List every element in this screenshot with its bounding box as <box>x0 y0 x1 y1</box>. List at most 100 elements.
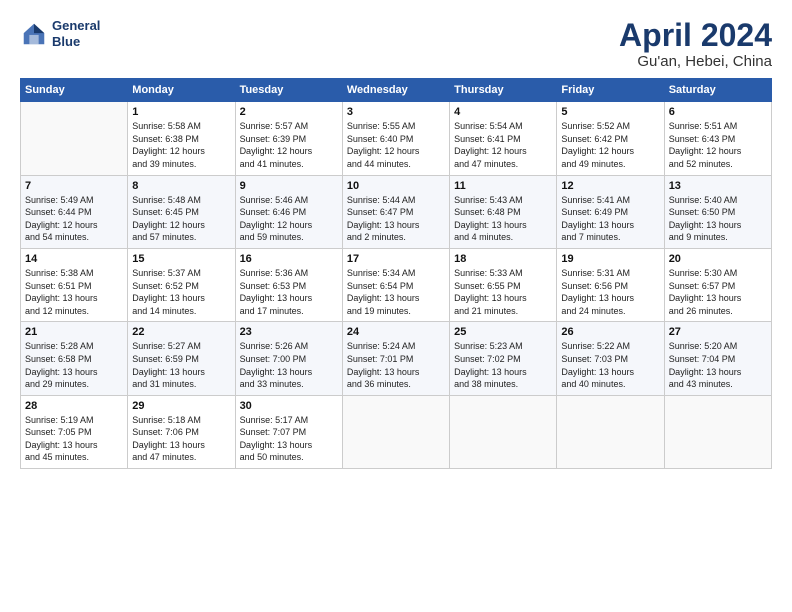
day-detail: Sunrise: 5:23 AM Sunset: 7:02 PM Dayligh… <box>454 340 552 390</box>
day-detail: Sunrise: 5:38 AM Sunset: 6:51 PM Dayligh… <box>25 267 123 317</box>
day-detail: Sunrise: 5:51 AM Sunset: 6:43 PM Dayligh… <box>669 120 767 170</box>
day-detail: Sunrise: 5:43 AM Sunset: 6:48 PM Dayligh… <box>454 194 552 244</box>
calendar-table: SundayMondayTuesdayWednesdayThursdayFrid… <box>20 78 772 469</box>
day-detail: Sunrise: 5:20 AM Sunset: 7:04 PM Dayligh… <box>669 340 767 390</box>
day-detail: Sunrise: 5:18 AM Sunset: 7:06 PM Dayligh… <box>132 414 230 464</box>
calendar-cell: 23 Sunrise: 5:26 AM Sunset: 7:00 PM Dayli… <box>235 322 342 395</box>
day-number: 23 <box>240 326 338 338</box>
weekday-header: Monday <box>128 79 235 102</box>
day-detail: Sunrise: 5:19 AM Sunset: 7:05 PM Dayligh… <box>25 414 123 464</box>
title-month: April 2024 <box>619 18 772 53</box>
calendar-cell: 27Sunrise: 5:20 AM Sunset: 7:04 PM Dayli… <box>664 322 771 395</box>
day-number: 24 <box>347 326 445 338</box>
day-detail: Sunrise: 5:46 AM Sunset: 6:46 PM Dayligh… <box>240 194 338 244</box>
day-number: 13 <box>669 180 767 192</box>
day-detail: Sunrise: 5:55 AM Sunset: 6:40 PM Dayligh… <box>347 120 445 170</box>
day-detail: Sunrise: 5:41 AM Sunset: 6:49 PM Dayligh… <box>561 194 659 244</box>
logo: General Blue <box>20 18 100 49</box>
calendar-cell: 22Sunrise: 5:27 AM Sunset: 6:59 PM Dayli… <box>128 322 235 395</box>
calendar-cell: 20Sunrise: 5:30 AM Sunset: 6:57 PM Dayli… <box>664 248 771 321</box>
calendar-cell: 29 Sunrise: 5:18 AM Sunset: 7:06 PM Dayli… <box>128 395 235 468</box>
calendar-cell: 18Sunrise: 5:33 AM Sunset: 6:55 PM Dayli… <box>450 248 557 321</box>
day-number: 15 <box>132 253 230 265</box>
weekday-header: Wednesday <box>342 79 449 102</box>
day-detail: Sunrise: 5:54 AM Sunset: 6:41 PM Dayligh… <box>454 120 552 170</box>
day-number: 20 <box>669 253 767 265</box>
calendar-cell: 17 Sunrise: 5:34 AM Sunset: 6:54 PM Dayli… <box>342 248 449 321</box>
day-number: 11 <box>454 180 552 192</box>
title-location: Gu'an, Hebei, China <box>619 53 772 70</box>
calendar-cell: 24 Sunrise: 5:24 AM Sunset: 7:01 PM Dayli… <box>342 322 449 395</box>
day-number: 4 <box>454 106 552 118</box>
calendar-cell: 4 Sunrise: 5:54 AM Sunset: 6:41 PM Daylig… <box>450 102 557 175</box>
calendar-cell: 28 Sunrise: 5:19 AM Sunset: 7:05 PM Dayli… <box>21 395 128 468</box>
day-number: 14 <box>25 253 123 265</box>
day-number: 16 <box>240 253 338 265</box>
calendar-cell: 15 Sunrise: 5:37 AM Sunset: 6:52 PM Dayli… <box>128 248 235 321</box>
day-number: 28 <box>25 400 123 412</box>
day-detail: Sunrise: 5:58 AM Sunset: 6:38 PM Dayligh… <box>132 120 230 170</box>
day-number: 8 <box>132 180 230 192</box>
calendar-cell: 5 Sunrise: 5:52 AM Sunset: 6:42 PM Daylig… <box>557 102 664 175</box>
calendar-week-row: 28 Sunrise: 5:19 AM Sunset: 7:05 PM Dayli… <box>21 395 772 468</box>
day-detail: Sunrise: 5:52 AM Sunset: 6:42 PM Dayligh… <box>561 120 659 170</box>
day-number: 3 <box>347 106 445 118</box>
header-row: SundayMondayTuesdayWednesdayThursdayFrid… <box>21 79 772 102</box>
calendar-cell: 11 Sunrise: 5:43 AM Sunset: 6:48 PM Dayli… <box>450 175 557 248</box>
weekday-header: Friday <box>557 79 664 102</box>
day-detail: Sunrise: 5:57 AM Sunset: 6:39 PM Dayligh… <box>240 120 338 170</box>
calendar-cell: 26 Sunrise: 5:22 AM Sunset: 7:03 PM Dayli… <box>557 322 664 395</box>
day-detail: Sunrise: 5:24 AM Sunset: 7:01 PM Dayligh… <box>347 340 445 390</box>
day-detail: Sunrise: 5:22 AM Sunset: 7:03 PM Dayligh… <box>561 340 659 390</box>
day-number: 9 <box>240 180 338 192</box>
day-number: 17 <box>347 253 445 265</box>
day-detail: Sunrise: 5:27 AM Sunset: 6:59 PM Dayligh… <box>132 340 230 390</box>
day-number: 6 <box>669 106 767 118</box>
calendar-cell <box>21 102 128 175</box>
calendar-cell: 30 Sunrise: 5:17 AM Sunset: 7:07 PM Dayli… <box>235 395 342 468</box>
logo-text: General Blue <box>52 18 100 49</box>
calendar-cell: 12 Sunrise: 5:41 AM Sunset: 6:49 PM Dayli… <box>557 175 664 248</box>
weekday-header: Sunday <box>21 79 128 102</box>
day-detail: Sunrise: 5:26 AM Sunset: 7:00 PM Dayligh… <box>240 340 338 390</box>
day-detail: Sunrise: 5:44 AM Sunset: 6:47 PM Dayligh… <box>347 194 445 244</box>
calendar-cell: 1Sunrise: 5:58 AM Sunset: 6:38 PM Daylig… <box>128 102 235 175</box>
title-block: April 2024 Gu'an, Hebei, China <box>619 18 772 70</box>
logo-icon <box>20 20 48 48</box>
day-number: 2 <box>240 106 338 118</box>
header: General Blue April 2024 Gu'an, Hebei, Ch… <box>20 18 772 70</box>
calendar-cell: 21Sunrise: 5:28 AM Sunset: 6:58 PM Dayli… <box>21 322 128 395</box>
calendar-cell: 10 Sunrise: 5:44 AM Sunset: 6:47 PM Dayli… <box>342 175 449 248</box>
day-detail: Sunrise: 5:34 AM Sunset: 6:54 PM Dayligh… <box>347 267 445 317</box>
calendar-cell: 16 Sunrise: 5:36 AM Sunset: 6:53 PM Dayli… <box>235 248 342 321</box>
calendar-week-row: 21Sunrise: 5:28 AM Sunset: 6:58 PM Dayli… <box>21 322 772 395</box>
day-detail: Sunrise: 5:28 AM Sunset: 6:58 PM Dayligh… <box>25 340 123 390</box>
calendar-cell: 13Sunrise: 5:40 AM Sunset: 6:50 PM Dayli… <box>664 175 771 248</box>
day-number: 5 <box>561 106 659 118</box>
calendar-cell: 8 Sunrise: 5:48 AM Sunset: 6:45 PM Daylig… <box>128 175 235 248</box>
day-detail: Sunrise: 5:37 AM Sunset: 6:52 PM Dayligh… <box>132 267 230 317</box>
day-number: 10 <box>347 180 445 192</box>
day-detail: Sunrise: 5:36 AM Sunset: 6:53 PM Dayligh… <box>240 267 338 317</box>
calendar-cell: 2 Sunrise: 5:57 AM Sunset: 6:39 PM Daylig… <box>235 102 342 175</box>
calendar-cell: 19Sunrise: 5:31 AM Sunset: 6:56 PM Dayli… <box>557 248 664 321</box>
calendar-cell: 3 Sunrise: 5:55 AM Sunset: 6:40 PM Daylig… <box>342 102 449 175</box>
calendar-cell: 14 Sunrise: 5:38 AM Sunset: 6:51 PM Dayli… <box>21 248 128 321</box>
weekday-header: Saturday <box>664 79 771 102</box>
calendar-cell: 25Sunrise: 5:23 AM Sunset: 7:02 PM Dayli… <box>450 322 557 395</box>
weekday-header: Thursday <box>450 79 557 102</box>
day-number: 26 <box>561 326 659 338</box>
day-number: 18 <box>454 253 552 265</box>
page: General Blue April 2024 Gu'an, Hebei, Ch… <box>0 0 792 479</box>
calendar-week-row: 1Sunrise: 5:58 AM Sunset: 6:38 PM Daylig… <box>21 102 772 175</box>
day-detail: Sunrise: 5:17 AM Sunset: 7:07 PM Dayligh… <box>240 414 338 464</box>
day-number: 30 <box>240 400 338 412</box>
day-number: 29 <box>132 400 230 412</box>
calendar-cell <box>450 395 557 468</box>
calendar-cell <box>664 395 771 468</box>
day-number: 12 <box>561 180 659 192</box>
day-detail: Sunrise: 5:49 AM Sunset: 6:44 PM Dayligh… <box>25 194 123 244</box>
calendar-week-row: 14 Sunrise: 5:38 AM Sunset: 6:51 PM Dayli… <box>21 248 772 321</box>
day-detail: Sunrise: 5:48 AM Sunset: 6:45 PM Dayligh… <box>132 194 230 244</box>
weekday-header: Tuesday <box>235 79 342 102</box>
